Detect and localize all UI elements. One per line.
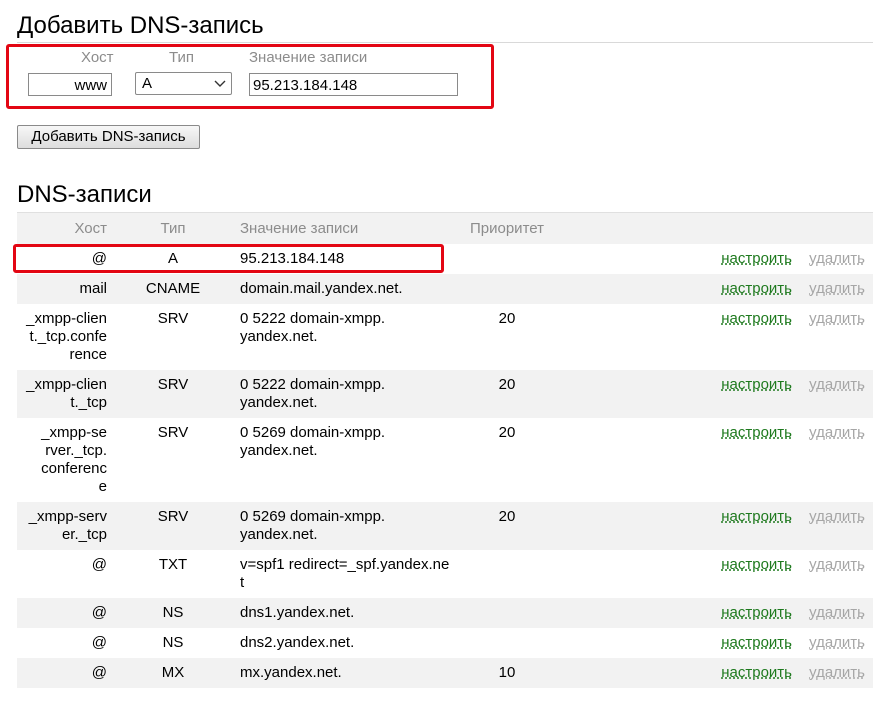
row-type: NS bbox=[162, 634, 184, 651]
edit-link[interactable]: настроить bbox=[721, 376, 792, 394]
row-type: SRV bbox=[157, 376, 189, 393]
delete-link[interactable]: удалить bbox=[809, 556, 865, 574]
table-row: _xmpp-server._tcp.conference SRV 0 5269 … bbox=[17, 418, 873, 502]
row-value: 0 5222 domain-xmpp.yandex.net. bbox=[240, 310, 386, 345]
row-host: @ bbox=[91, 604, 107, 621]
row-priority: 20 bbox=[498, 508, 516, 525]
row-host: @ bbox=[91, 556, 107, 573]
row-value: 0 5269 domain-xmpp.yandex.net. bbox=[240, 424, 386, 459]
edit-link[interactable]: настроить bbox=[721, 634, 792, 652]
delete-link[interactable]: удалить bbox=[809, 250, 865, 268]
row-value: mx.yandex.net. bbox=[240, 664, 342, 681]
delete-link[interactable]: удалить bbox=[809, 280, 865, 298]
row-host: mail bbox=[79, 280, 107, 297]
row-value: domain.mail.yandex.net. bbox=[240, 280, 403, 297]
header-value: Значение записи bbox=[240, 220, 359, 237]
row-type: CNAME bbox=[145, 280, 201, 297]
row-type: SRV bbox=[157, 310, 189, 327]
edit-link[interactable]: настроить bbox=[721, 310, 792, 328]
table-row: @ MX mx.yandex.net. 10 настроить удалить bbox=[17, 658, 873, 688]
delete-link[interactable]: удалить bbox=[809, 376, 865, 394]
edit-link[interactable]: настроить bbox=[721, 604, 792, 622]
header-priority: Приоритет bbox=[470, 220, 544, 237]
table-row: _xmpp-client._tcp SRV 0 5222 domain-xmpp… bbox=[17, 370, 873, 418]
row-value: dns1.yandex.net. bbox=[240, 604, 355, 621]
dns-records-table: Хост Тип Значение записи Приоритет @ A 9… bbox=[17, 212, 873, 688]
row-priority: 20 bbox=[498, 376, 516, 393]
records-title: DNS-записи bbox=[17, 181, 152, 208]
row-host: _xmpp-client._tcp bbox=[26, 376, 107, 411]
delete-link[interactable]: удалить bbox=[809, 604, 865, 622]
row-host: _xmpp-server._tcp bbox=[28, 508, 107, 543]
delete-link[interactable]: удалить bbox=[809, 664, 865, 682]
table-row: @ NS dns2.yandex.net. настроить удалить bbox=[17, 628, 873, 658]
row-highlight-frame bbox=[13, 244, 444, 273]
edit-link[interactable]: настроить bbox=[721, 664, 792, 682]
row-host: _xmpp-server._tcp.conference bbox=[41, 424, 107, 495]
header-host: Хост bbox=[74, 220, 107, 237]
row-value: dns2.yandex.net. bbox=[240, 634, 355, 651]
row-type: SRV bbox=[157, 424, 189, 441]
delete-link[interactable]: удалить bbox=[809, 310, 865, 328]
table-row: _xmpp-server._tcp SRV 0 5269 domain-xmpp… bbox=[17, 502, 873, 550]
row-priority: 20 bbox=[498, 310, 516, 327]
delete-link[interactable]: удалить bbox=[809, 424, 865, 442]
edit-link[interactable]: настроить bbox=[721, 556, 792, 574]
table-row: mail CNAME domain.mail.yandex.net. настр… bbox=[17, 274, 873, 304]
header-type: Тип bbox=[160, 220, 186, 237]
table-row: @ NS dns1.yandex.net. настроить удалить bbox=[17, 598, 873, 628]
row-value: v=spf1 redirect=_spf.yandex.net bbox=[240, 556, 450, 591]
row-priority: 10 bbox=[498, 664, 516, 681]
table-header: Хост Тип Значение записи Приоритет bbox=[17, 212, 873, 244]
row-type: NS bbox=[162, 604, 184, 621]
table-row: @ TXT v=spf1 redirect=_spf.yandex.net на… bbox=[17, 550, 873, 598]
row-host: _xmpp-client._tcp.conference bbox=[26, 310, 107, 363]
form-highlight-frame bbox=[6, 44, 494, 109]
edit-link[interactable]: настроить bbox=[721, 280, 792, 298]
row-priority: 20 bbox=[498, 424, 516, 441]
delete-link[interactable]: удалить bbox=[809, 508, 865, 526]
row-type: TXT bbox=[158, 556, 188, 573]
row-value: 0 5222 domain-xmpp.yandex.net. bbox=[240, 376, 386, 411]
edit-link[interactable]: настроить bbox=[721, 508, 792, 526]
table-row: _xmpp-client._tcp.conference SRV 0 5222 … bbox=[17, 304, 873, 370]
edit-link[interactable]: настроить bbox=[721, 424, 792, 442]
delete-link[interactable]: удалить bbox=[809, 634, 865, 652]
row-value: 0 5269 domain-xmpp.yandex.net. bbox=[240, 508, 386, 543]
add-record-title: Добавить DNS-запись bbox=[17, 12, 264, 39]
edit-link[interactable]: настроить bbox=[721, 250, 792, 268]
row-type: MX bbox=[161, 664, 185, 681]
row-type: SRV bbox=[157, 508, 189, 525]
row-host: @ bbox=[91, 664, 107, 681]
row-host: @ bbox=[91, 634, 107, 651]
add-dns-record-button[interactable]: Добавить DNS-запись bbox=[17, 125, 200, 149]
title-divider bbox=[17, 42, 873, 43]
